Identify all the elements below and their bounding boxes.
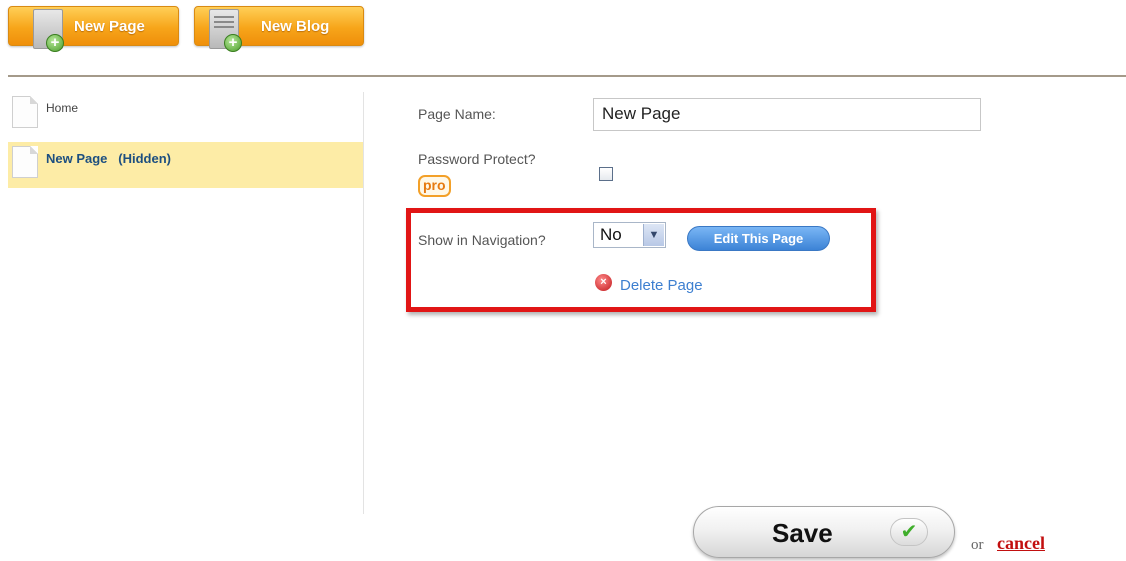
page-name-label: Page Name: xyxy=(418,106,496,122)
new-page-icon: + xyxy=(33,9,64,52)
page-list-item-new-page[interactable]: New Page (Hidden) xyxy=(8,142,363,188)
cancel-link[interactable]: cancel xyxy=(997,533,1045,554)
save-label: Save xyxy=(772,518,833,548)
save-button[interactable]: Save ✔ xyxy=(693,506,955,558)
new-blog-button[interactable]: + New Blog xyxy=(194,6,364,52)
new-blog-icon: + xyxy=(209,9,242,52)
checkmark-icon: ✔ xyxy=(890,518,928,546)
select-value: No xyxy=(600,225,622,244)
page-list-item-home[interactable]: Home xyxy=(8,92,363,138)
new-page-button[interactable]: + New Page xyxy=(8,6,179,52)
delete-icon[interactable]: × xyxy=(595,274,612,291)
edit-this-page-button[interactable]: Edit This Page xyxy=(687,226,830,251)
page-list: Home New Page (Hidden) xyxy=(8,92,364,514)
chevron-down-icon: ▼ xyxy=(643,224,664,246)
password-protect-label: Password Protect? xyxy=(418,151,536,167)
toolbar: + New Page + New Blog xyxy=(0,0,1126,75)
page-icon xyxy=(12,146,38,178)
page-list-item-label: New Page (Hidden) xyxy=(46,151,171,166)
page-name-input[interactable]: New Page xyxy=(593,98,981,131)
page-icon xyxy=(12,96,38,128)
page-list-item-label: Home xyxy=(46,101,79,115)
delete-page-link[interactable]: Delete Page xyxy=(620,277,703,294)
or-text: or xyxy=(971,537,984,553)
plus-icon: + xyxy=(46,34,64,52)
toolbar-divider xyxy=(8,75,1126,77)
new-blog-label: New Blog xyxy=(261,18,330,35)
show-in-navigation-select[interactable]: No ▼ xyxy=(593,222,666,248)
pro-badge: pro xyxy=(418,175,451,197)
new-page-label: New Page xyxy=(74,18,145,35)
show-in-navigation-label: Show in Navigation? xyxy=(418,232,546,248)
plus-icon: + xyxy=(224,34,242,52)
password-protect-checkbox[interactable] xyxy=(599,167,613,181)
